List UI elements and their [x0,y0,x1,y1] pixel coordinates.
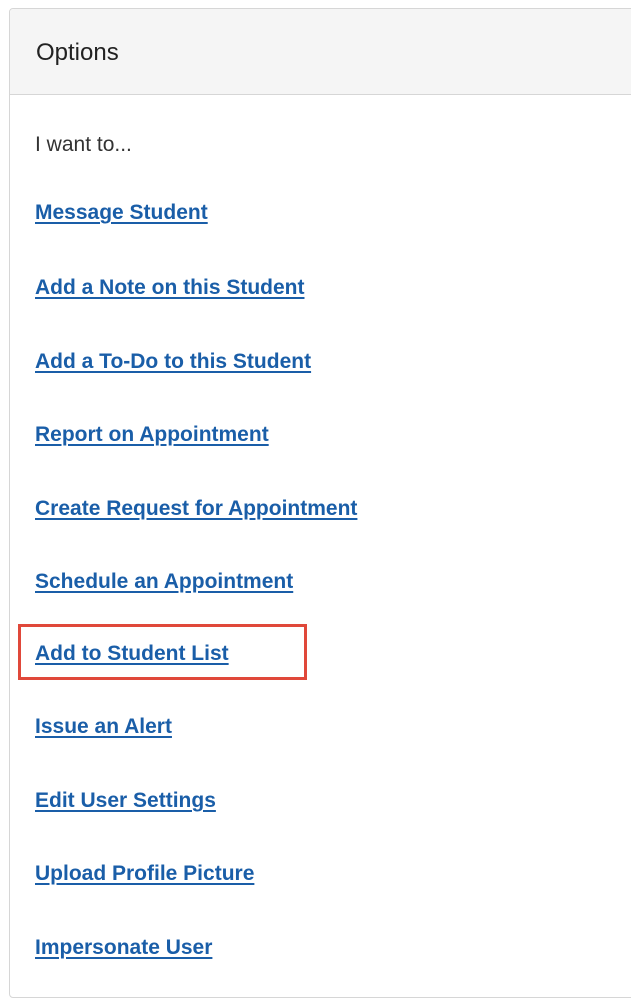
issue-alert-link[interactable]: Issue an Alert [35,715,172,739]
report-appointment-link[interactable]: Report on Appointment [35,423,269,447]
upload-profile-picture-link[interactable]: Upload Profile Picture [35,862,254,886]
edit-user-settings-link[interactable]: Edit User Settings [35,789,216,813]
add-to-student-list-link[interactable]: Add to Student List [35,642,229,666]
panel-title: Options [36,38,119,66]
options-panel: Options I want to... Message Student Add… [9,8,631,998]
add-note-link[interactable]: Add a Note on this Student [35,276,304,300]
create-request-appointment-link[interactable]: Create Request for Appointment [35,497,357,521]
message-student-link[interactable]: Message Student [35,201,208,225]
schedule-appointment-link[interactable]: Schedule an Appointment [35,570,293,594]
intro-text: I want to... [35,133,132,156]
add-todo-link[interactable]: Add a To-Do to this Student [35,350,311,374]
impersonate-user-link[interactable]: Impersonate User [35,936,212,960]
panel-header: Options [10,9,631,95]
